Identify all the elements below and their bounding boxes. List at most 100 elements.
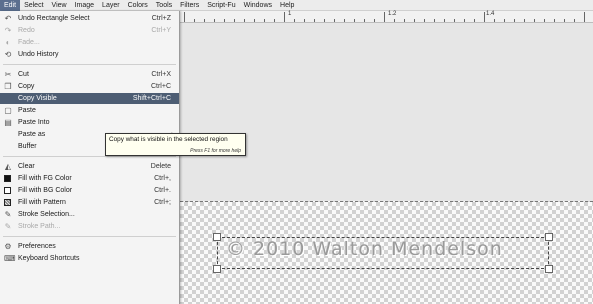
- menu-windows[interactable]: Windows: [240, 0, 276, 11]
- menu-item-undo-history[interactable]: ⟲ Undo History: [0, 49, 179, 60]
- menu-layer[interactable]: Layer: [98, 0, 124, 11]
- menu-item-shortcut: Ctrl+Z: [151, 15, 171, 22]
- menu-edit[interactable]: Edit: [0, 0, 21, 11]
- menu-item-keyboard-shortcuts[interactable]: ⌨ Keyboard Shortcuts: [0, 253, 179, 264]
- menu-item-shortcut: Ctrl+;: [154, 199, 171, 206]
- menu-item-label: Undo Rectangle Select: [18, 15, 90, 22]
- menu-item-redo[interactable]: ↷ Redo Ctrl+Y: [0, 25, 179, 36]
- paste-icon: ▢: [4, 106, 12, 115]
- ruler-tick: [384, 12, 385, 22]
- menu-item-shortcut: Delete: [150, 163, 171, 170]
- menu-item-fill-bg[interactable]: Fill with BG Color Ctrl+.: [0, 185, 179, 196]
- ruler-tick: [424, 19, 425, 22]
- menu-separator: [3, 156, 176, 157]
- menu-colors[interactable]: Colors: [124, 0, 152, 11]
- menu-item-fill-fg[interactable]: Fill with FG Color Ctrl+,: [0, 173, 179, 184]
- ruler-tick: [224, 19, 225, 22]
- menu-script-fu[interactable]: Script-Fu: [203, 0, 239, 11]
- menu-item-label: Stroke Path...: [18, 223, 61, 230]
- menu-help[interactable]: Help: [276, 0, 298, 11]
- menu-item-shortcut: Ctrl+.: [154, 187, 171, 194]
- ruler-tick: [444, 19, 445, 22]
- horizontal-ruler[interactable]: 1 1.2 1.4: [180, 11, 593, 23]
- clear-icon: ◭: [4, 162, 12, 171]
- menu-item-label: Copy: [18, 83, 35, 90]
- resize-handle[interactable]: [213, 265, 221, 273]
- ruler-tick: [354, 19, 355, 22]
- ruler-tick: [304, 19, 305, 22]
- ruler-tick: [504, 19, 505, 22]
- menu-item-label: Preferences: [18, 243, 56, 250]
- ruler-tick: [244, 19, 245, 22]
- menu-item-label: Undo History: [18, 51, 59, 58]
- ruler-tick: [574, 19, 575, 22]
- menu-item-label: Stroke Selection...: [18, 211, 75, 218]
- ruler-tick: [554, 19, 555, 22]
- keyboard-icon: ⌨: [4, 254, 16, 263]
- ruler-tick: [274, 19, 275, 22]
- ruler-tick: [324, 19, 325, 22]
- ruler-tick: [254, 19, 255, 22]
- canvas-area[interactable]: 1 1.2 1.4 © 2010 Walton Mendelson: [180, 11, 593, 304]
- ruler-label: 1: [288, 11, 292, 17]
- menu-select[interactable]: Select: [20, 0, 47, 11]
- menu-item-clear[interactable]: ◭ Clear Delete: [0, 161, 179, 172]
- menu-item-cut[interactable]: ✂ Cut Ctrl+X: [0, 69, 179, 80]
- menu-item-shortcut: Ctrl+Y: [151, 27, 171, 34]
- scissors-icon: ✂: [4, 70, 12, 79]
- menu-item-label: Redo: [18, 27, 35, 34]
- ruler-tick: [394, 19, 395, 22]
- menu-item-stroke-selection[interactable]: ✎ Stroke Selection...: [0, 209, 179, 220]
- menu-item-stroke-path[interactable]: ✎ Stroke Path...: [0, 221, 179, 232]
- ruler-tick: [284, 12, 285, 22]
- menu-item-shortcut: Ctrl+,: [154, 175, 171, 182]
- menu-item-paste[interactable]: ▢ Paste: [0, 105, 179, 116]
- resize-handle[interactable]: [213, 233, 221, 241]
- ruler-tick: [344, 19, 345, 22]
- paste-into-icon: ▤: [4, 118, 12, 127]
- ruler-tick: [234, 19, 235, 22]
- menu-item-copy-visible[interactable]: Copy Visible Shift+Ctrl+C: [0, 93, 179, 104]
- menu-item-shortcut: Ctrl+C: [150, 83, 171, 90]
- ruler-tick: [494, 19, 495, 22]
- ruler-tick: [334, 19, 335, 22]
- ruler-tick: [484, 12, 485, 22]
- menu-item-copy[interactable]: ❐ Copy Ctrl+C: [0, 81, 179, 92]
- menu-tools[interactable]: Tools: [152, 0, 176, 11]
- ruler-tick: [314, 19, 315, 22]
- ruler-tick: [294, 19, 295, 22]
- menu-item-fill-pattern[interactable]: Fill with Pattern Ctrl+;: [0, 197, 179, 208]
- ruler-tick: [264, 19, 265, 22]
- undo-history-icon: ⟲: [4, 50, 12, 59]
- menu-item-undo[interactable]: ↶ Undo Rectangle Select Ctrl+Z: [0, 13, 179, 24]
- edit-menu: ↶ Undo Rectangle Select Ctrl+Z ↷ Redo Ct…: [0, 11, 180, 304]
- ruler-label: 1.4: [486, 11, 495, 17]
- menu-item-shortcut: Ctrl+X: [151, 71, 171, 78]
- menu-item-preferences[interactable]: ⚙ Preferences: [0, 241, 179, 252]
- ruler-tick: [474, 19, 475, 22]
- ruler-tick: [194, 19, 195, 22]
- ruler-tick: [464, 19, 465, 22]
- ruler-tick: [514, 19, 515, 22]
- ruler-label: 1.2: [388, 11, 397, 17]
- ruler-tick: [214, 19, 215, 22]
- menu-image[interactable]: Image: [71, 0, 98, 11]
- menu-item-fade[interactable]: ◐ Fade...: [0, 37, 179, 48]
- menu-filters[interactable]: Filters: [176, 0, 203, 11]
- tooltip-hint: Press F1 for more help: [190, 148, 241, 154]
- bg-swatch-icon: [4, 187, 11, 194]
- undo-icon: ↶: [4, 14, 12, 23]
- resize-handle[interactable]: [545, 265, 553, 273]
- menu-item-paste-into[interactable]: ▤ Paste Into: [0, 117, 179, 128]
- fg-swatch-icon: [4, 175, 11, 182]
- copyright-text: © 2010 Walton Mendelson: [226, 238, 503, 260]
- fade-icon: ◐: [5, 38, 11, 47]
- image-canvas[interactable]: © 2010 Walton Mendelson: [180, 201, 593, 304]
- menu-item-label: Paste as: [18, 131, 46, 138]
- menu-item-label: Fill with FG Color: [18, 175, 72, 182]
- ruler-tick: [364, 19, 365, 22]
- menu-item-shortcut: Shift+Ctrl+C: [132, 95, 171, 102]
- resize-handle[interactable]: [545, 233, 553, 241]
- menu-view[interactable]: View: [48, 0, 71, 11]
- ruler-tick: [454, 19, 455, 22]
